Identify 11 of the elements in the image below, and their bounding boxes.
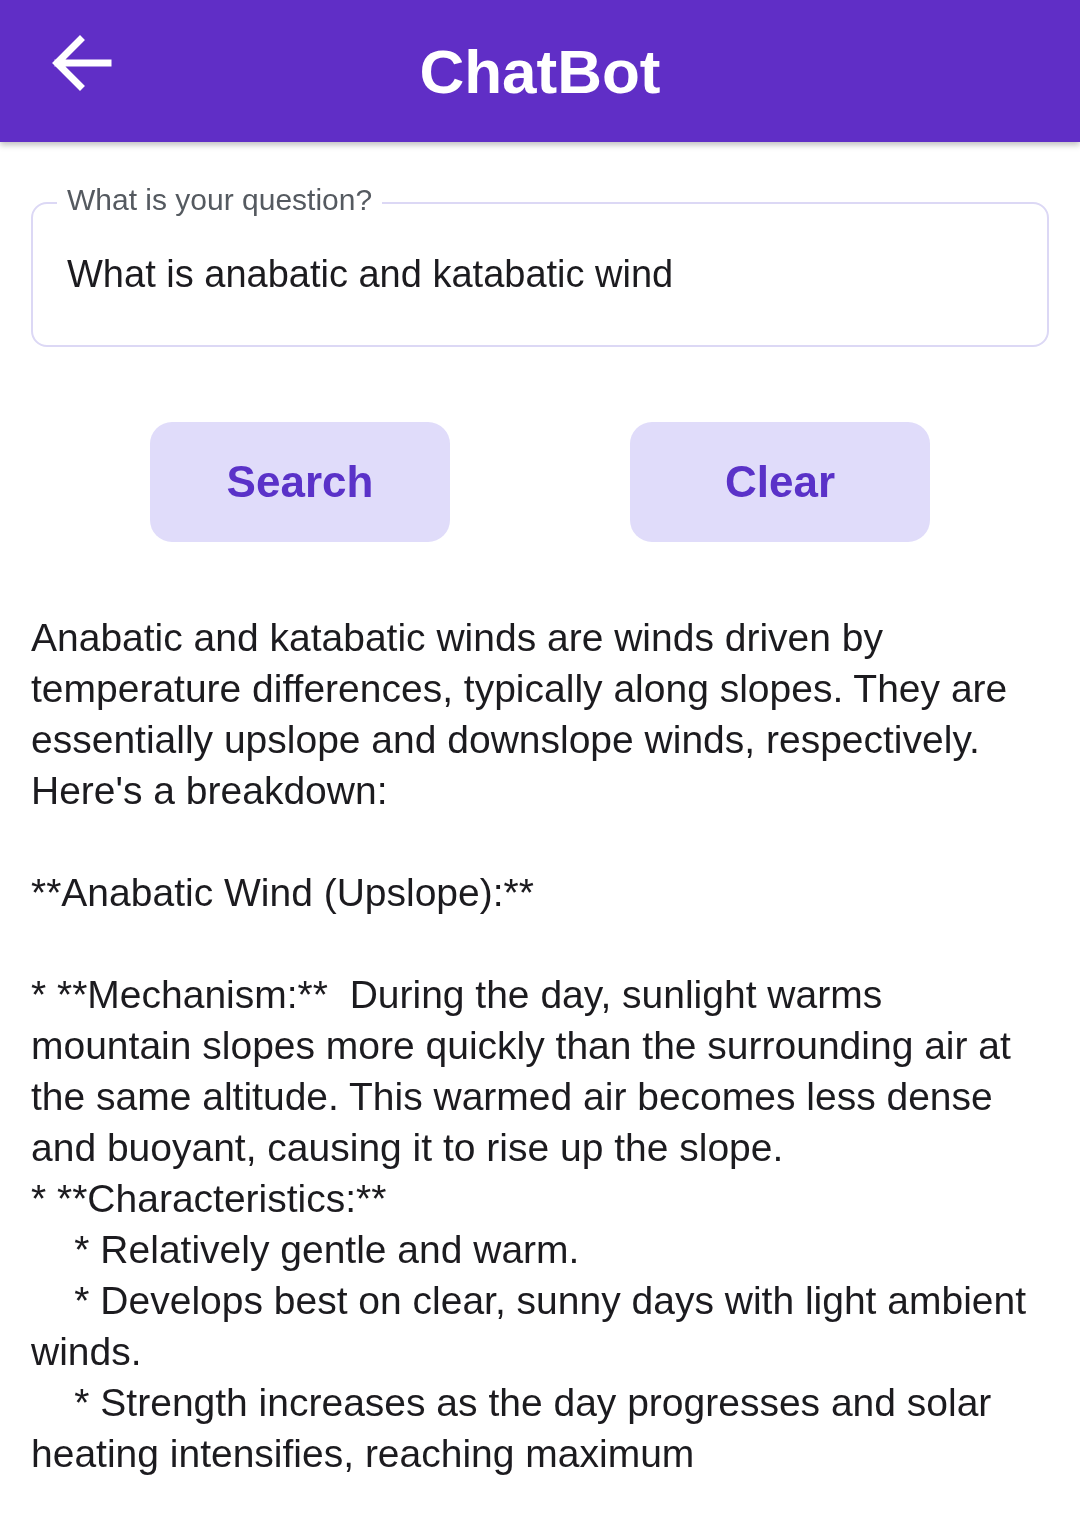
answer-text: Anabatic and katabatic winds are winds driven by temperature differences, typically along slopes. They are essentially upslope and downslope winds, respectively. Here's a breakdown: — [31, 615, 1009, 814]
question-input[interactable]: What is anabatic and katabatic wind — [67, 246, 1013, 303]
answer-text: * Relatively gentle and warm. — [73, 1227, 581, 1273]
app-title: ChatBot — [419, 35, 661, 108]
answer-text: * Strength increases as the day progresses and solar heating intensifies, reaching maximum — [31, 1380, 993, 1477]
answer-text: * Develops best on clear, sunny days with light ambient winds. — [31, 1278, 1028, 1375]
search-button[interactable]: Search — [150, 422, 450, 542]
answer-text: * **Mechanism:** During the day, sunlight warms mountain slopes more quickly than the surrounding air at the same altitude. This warmed air becomes less dense and buoyant, causing it to rise up the slope. — [31, 972, 1012, 1171]
answer-text: * **Characteristics:** — [31, 1176, 388, 1222]
clear-button[interactable]: Clear — [630, 422, 930, 542]
answer-text: **Anabatic Wind (Upslope):** — [31, 870, 535, 916]
